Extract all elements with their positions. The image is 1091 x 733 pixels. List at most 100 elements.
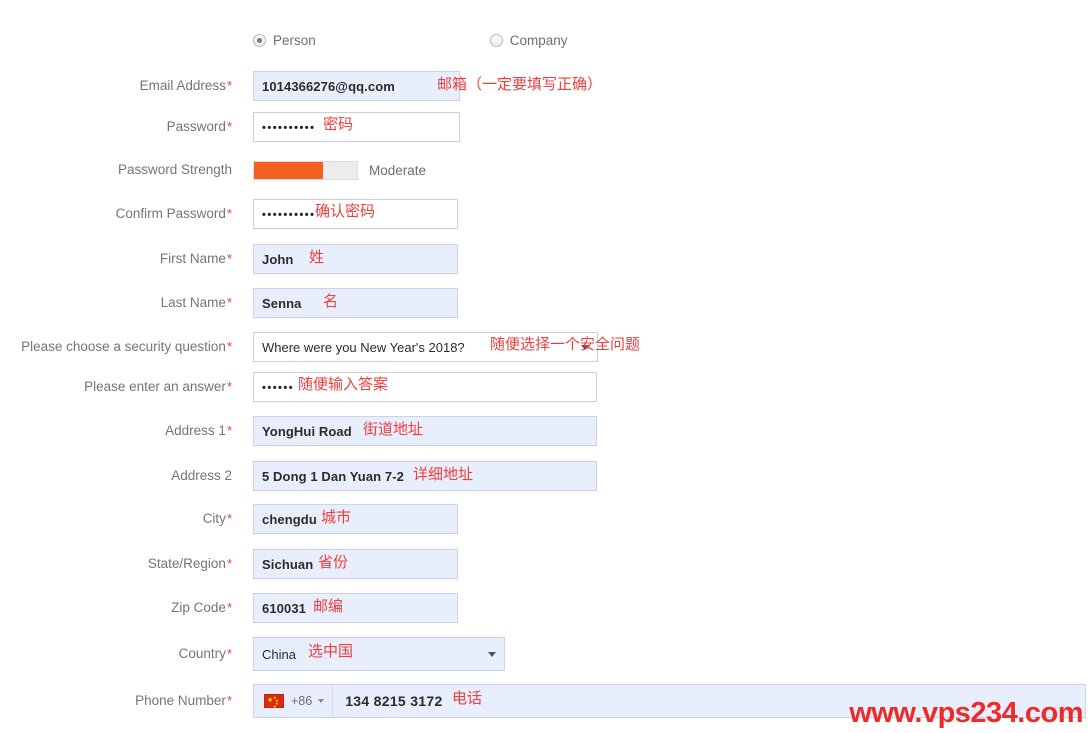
last-name-control: Senna 名 xyxy=(253,288,458,318)
country-required: * xyxy=(226,646,232,662)
security-question-value: Where were you New Year's 2018? xyxy=(262,339,465,355)
password-strength-row: Password Strength Moderate xyxy=(0,155,1091,185)
country-value: China xyxy=(262,646,296,662)
email-row: Email Address* 1014366276@qq.com 邮箱（一定要填… xyxy=(0,71,1091,101)
flag-star-small-4: ★ xyxy=(273,704,277,709)
zip-row: Zip Code* 610031 邮编 xyxy=(0,593,1091,623)
last-name-label: Last Name* xyxy=(160,295,232,311)
radio-person-label: Person xyxy=(273,32,316,48)
first-name-value: John xyxy=(262,251,294,267)
address1-control: YongHui Road 街道地址 xyxy=(253,416,597,446)
registration-form: Person Company Email Address* 1014366276… xyxy=(0,0,1091,733)
address1-value: YongHui Road xyxy=(262,423,352,439)
country-select[interactable]: China xyxy=(253,637,505,671)
address2-label: Address 2 xyxy=(171,468,232,484)
first-name-input[interactable]: John xyxy=(253,244,458,274)
city-label: City* xyxy=(202,511,232,527)
security-question-control: Where were you New Year's 2018? 随便选择一个安全… xyxy=(253,332,640,362)
password-strength-meter xyxy=(253,160,358,180)
security-question-label: Please choose a security question* xyxy=(21,339,232,355)
security-answer-row: Please enter an answer* •••••• 随便输入答案 xyxy=(0,372,1091,402)
phone-dial-code: +86 xyxy=(291,694,313,708)
security-answer-label: Please enter an answer* xyxy=(84,379,232,395)
email-control: 1014366276@qq.com 邮箱（一定要填写正确） xyxy=(253,71,602,101)
city-row: City* chengdu 城市 xyxy=(0,504,1091,534)
address2-control: 5 Dong 1 Dan Yuan 7-2 详细地址 xyxy=(253,461,597,491)
email-input[interactable]: 1014366276@qq.com xyxy=(253,71,460,101)
first-name-control: John 姓 xyxy=(253,244,458,274)
password-value: •••••••••• xyxy=(262,122,316,134)
address1-label: Address 1* xyxy=(165,423,232,439)
chevron-down-icon[interactable] xyxy=(318,699,325,703)
chevron-down-icon[interactable] xyxy=(488,652,496,657)
security-answer-required: * xyxy=(226,379,232,395)
password-strength-text: Moderate xyxy=(369,162,427,178)
address1-input[interactable]: YongHui Road xyxy=(253,416,597,446)
country-row: Country* China 选中国 xyxy=(0,637,1091,671)
password-strength-label: Password Strength xyxy=(117,162,232,178)
state-label: State/Region* xyxy=(147,556,232,572)
email-value: 1014366276@qq.com xyxy=(262,78,395,94)
security-answer-value: •••••• xyxy=(262,382,295,394)
security-question-select[interactable]: Where were you New Year's 2018? xyxy=(253,332,598,362)
confirm-password-required: * xyxy=(226,206,232,222)
last-name-input[interactable]: Senna xyxy=(253,288,458,318)
phone-required: * xyxy=(226,693,232,709)
confirm-password-control: •••••••••• 确认密码 xyxy=(253,199,458,229)
city-input[interactable]: chengdu xyxy=(253,504,458,534)
account-type-row: Person Company xyxy=(0,25,1091,55)
state-value: Sichuan xyxy=(262,556,314,572)
state-required: * xyxy=(226,556,232,572)
radio-person[interactable]: Person xyxy=(253,33,316,48)
password-row: Password* •••••••••• 密码 xyxy=(0,112,1091,142)
radio-person-icon[interactable] xyxy=(253,33,266,47)
confirm-password-label: Confirm Password* xyxy=(115,206,232,222)
email-label: Email Address* xyxy=(139,78,232,94)
state-row: State/Region* Sichuan 省份 xyxy=(0,549,1091,579)
first-name-row: First Name* John 姓 xyxy=(0,244,1091,274)
phone-number-value: 134 8215 3172 xyxy=(345,693,443,709)
address2-value: 5 Dong 1 Dan Yuan 7-2 xyxy=(262,468,405,484)
security-answer-control: •••••• 随便输入答案 xyxy=(253,372,597,402)
address1-required: * xyxy=(226,423,232,439)
password-strength-fill xyxy=(254,161,323,179)
radio-company-icon[interactable] xyxy=(489,33,503,47)
security-question-required: * xyxy=(226,339,232,355)
last-name-row: Last Name* Senna 名 xyxy=(0,288,1091,318)
address2-input[interactable]: 5 Dong 1 Dan Yuan 7-2 xyxy=(253,461,597,491)
chevron-down-icon[interactable] xyxy=(581,345,589,350)
confirm-password-value: •••••••••• xyxy=(262,209,316,221)
cn-flag-icon: ★ ★ ★ ★ ★ xyxy=(264,694,284,709)
confirm-password-row: Confirm Password* •••••••••• 确认密码 xyxy=(0,199,1091,229)
zip-required: * xyxy=(226,600,232,616)
country-label: Country* xyxy=(178,646,232,662)
first-name-label: First Name* xyxy=(159,251,232,267)
radio-company[interactable]: Company xyxy=(489,32,568,48)
zip-value: 610031 xyxy=(262,600,306,616)
site-watermark: www.vps234.com xyxy=(849,697,1083,729)
city-required: * xyxy=(226,511,232,527)
address2-row: Address 2 5 Dong 1 Dan Yuan 7-2 详细地址 xyxy=(0,461,1091,491)
state-input[interactable]: Sichuan xyxy=(253,549,458,579)
last-name-value: Senna xyxy=(262,295,302,311)
zip-label: Zip Code* xyxy=(171,600,232,616)
password-control: •••••••••• 密码 xyxy=(253,112,460,142)
address1-row: Address 1* YongHui Road 街道地址 xyxy=(0,416,1091,446)
first-name-required: * xyxy=(226,251,232,267)
zip-input[interactable]: 610031 xyxy=(253,593,458,623)
state-control: Sichuan 省份 xyxy=(253,549,458,579)
password-label: Password* xyxy=(166,119,232,135)
zip-control: 610031 邮编 xyxy=(253,593,458,623)
phone-label: Phone Number* xyxy=(135,693,232,709)
last-name-required: * xyxy=(226,295,232,311)
password-input[interactable]: •••••••••• xyxy=(253,112,460,142)
security-answer-input[interactable]: •••••• xyxy=(253,372,597,402)
country-control: China 选中国 xyxy=(253,637,505,671)
email-required: * xyxy=(226,78,232,94)
radio-company-label: Company xyxy=(509,32,568,48)
phone-country-selector[interactable]: ★ ★ ★ ★ ★ +86 xyxy=(254,685,334,717)
email-annotation: 邮箱（一定要填写正确） xyxy=(437,75,603,93)
password-required: * xyxy=(226,119,232,135)
confirm-password-input[interactable]: •••••••••• xyxy=(253,199,458,229)
city-control: chengdu 城市 xyxy=(253,504,458,534)
